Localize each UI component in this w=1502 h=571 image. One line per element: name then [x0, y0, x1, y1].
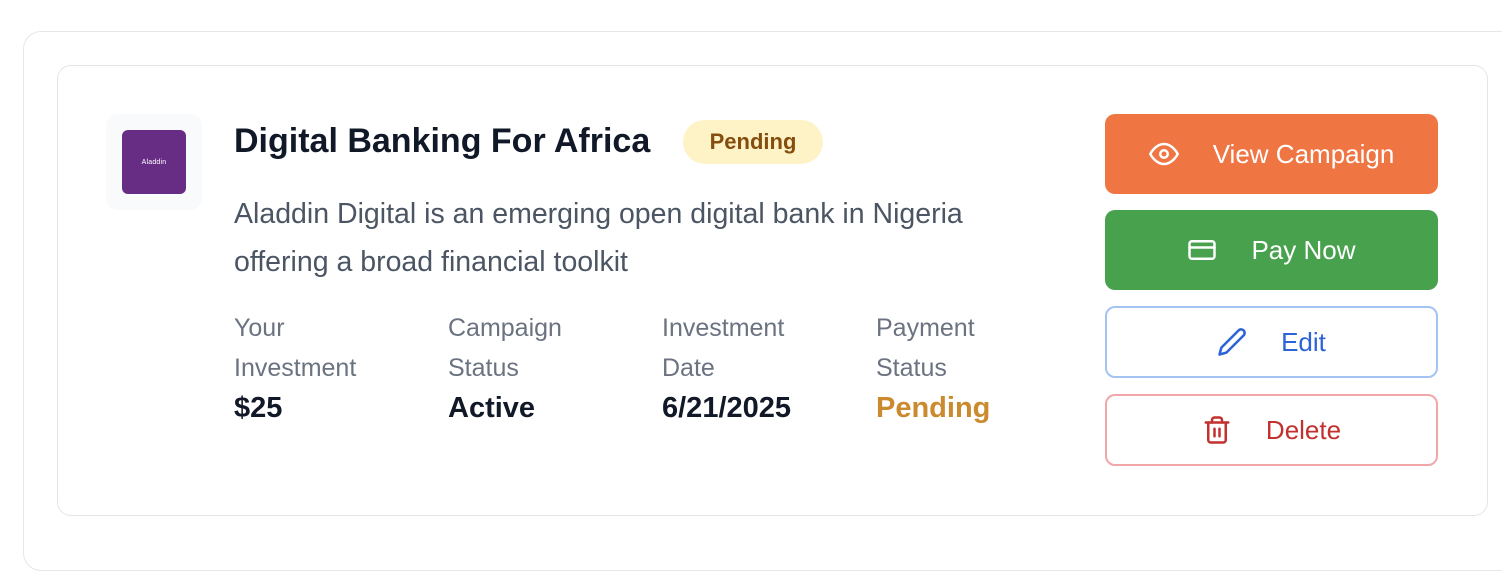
- view-campaign-label: View Campaign: [1212, 138, 1395, 169]
- stat-label: Investment Date: [662, 314, 785, 382]
- campaign-logo: Aladdin: [122, 130, 186, 194]
- trash-icon: [1202, 415, 1232, 445]
- stat-value: 6/21/2025: [662, 392, 792, 424]
- credit-card-icon: [1187, 235, 1217, 265]
- stat-payment-status: Payment Status Pending: [876, 308, 1076, 425]
- delete-button[interactable]: Delete: [1105, 394, 1438, 466]
- stat-value: Active: [448, 392, 536, 424]
- pay-now-button[interactable]: Pay Now: [1105, 210, 1438, 290]
- view-campaign-button[interactable]: View Campaign: [1105, 114, 1438, 194]
- delete-label: Delete: [1265, 414, 1342, 445]
- stat-value: Pending: [876, 392, 991, 424]
- stat-label: Payment Status: [876, 314, 975, 382]
- status-badge: Pending: [683, 120, 823, 164]
- stat-label: Campaign Status: [448, 314, 562, 382]
- campaign-logo-container: Aladdin: [106, 114, 202, 210]
- pay-now-label: Pay Now: [1251, 234, 1356, 265]
- campaign-title: Digital Banking For Africa: [234, 122, 651, 160]
- stat-your-investment: Your Investment $25: [234, 308, 434, 425]
- edit-label: Edit: [1281, 326, 1326, 357]
- stat-campaign-status: Campaign Status Active: [448, 308, 648, 425]
- edit-button[interactable]: Edit: [1105, 306, 1438, 378]
- stat-label: Your Investment: [234, 314, 357, 382]
- eye-icon: [1148, 139, 1179, 169]
- pencil-icon: [1217, 327, 1247, 357]
- campaign-logo-text: Aladdin: [141, 158, 167, 166]
- stat-investment-date: Investment Date 6/21/2025: [662, 308, 862, 425]
- campaign-description: Aladdin Digital is an emerging open digi…: [234, 198, 963, 278]
- stat-value: $25: [234, 392, 283, 424]
